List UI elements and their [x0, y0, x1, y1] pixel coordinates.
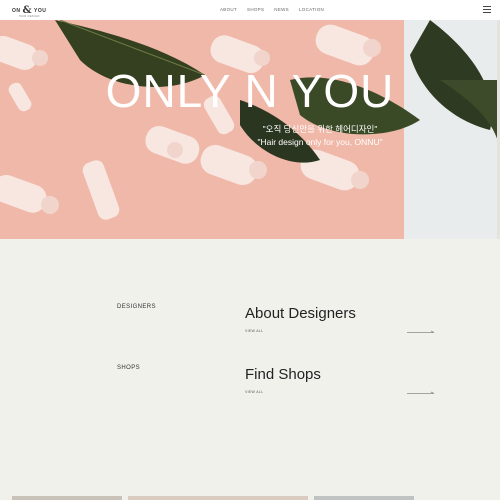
logo[interactable]: ON & YOU HAIR DESIGN: [12, 3, 52, 18]
shops-view-all-link[interactable]: VIEW ALL: [245, 390, 263, 394]
hero-title: ONLY N YOU: [105, 65, 395, 117]
gallery-image: [12, 496, 122, 500]
find-shops-title: Find Shops: [245, 366, 321, 383]
nav-location[interactable]: LOCATION: [299, 7, 324, 12]
logo-on: ON: [12, 8, 21, 14]
designers-view-all-link[interactable]: VIEW ALL: [245, 329, 263, 333]
long-arrow-right-icon[interactable]: [407, 330, 435, 335]
main-nav: ABOUT SHOPS NEWS LOCATION: [220, 7, 324, 12]
logo-you: YOU: [34, 8, 47, 14]
hero-banner: ONLY N YOU "오직 당신만을 위한 헤어디자인" "Hair desi…: [0, 20, 500, 239]
hamburger-menu-icon[interactable]: [483, 6, 491, 13]
hero-subtitle-english: "Hair design only for you, ONNU": [257, 137, 383, 147]
about-designers-title: About Designers: [245, 305, 356, 322]
long-arrow-right-icon[interactable]: [407, 391, 435, 396]
logo-subtitle: HAIR DESIGN: [19, 15, 40, 18]
nav-about[interactable]: ABOUT: [220, 7, 237, 12]
nav-news[interactable]: NEWS: [274, 7, 289, 12]
site-header: ON & YOU HAIR DESIGN ABOUT SHOPS NEWS LOCA…: [0, 0, 500, 21]
gallery-image: [314, 496, 414, 500]
designers-label: DESIGNERS: [117, 304, 156, 310]
gallery-image: [128, 496, 308, 500]
shops-label: SHOPS: [117, 365, 141, 371]
nav-shops[interactable]: SHOPS: [247, 7, 264, 12]
hero-subtitle-korean: "오직 당신만을 위한 헤어디자인": [262, 124, 378, 134]
